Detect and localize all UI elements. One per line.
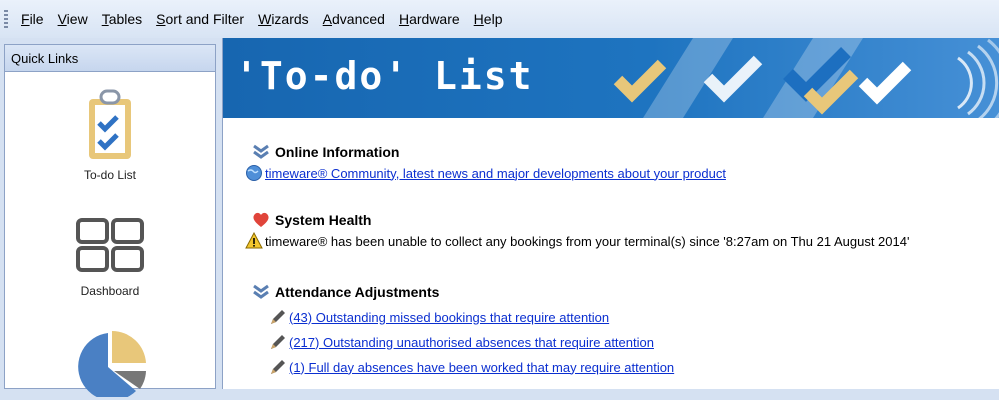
full-day-absences-link[interactable]: (1) Full day absences have been worked t… [289, 360, 674, 375]
quick-link-reports[interactable] [5, 327, 215, 400]
section-title: Online Information [251, 142, 726, 162]
missed-bookings-link[interactable]: (43) Outstanding missed bookings that re… [289, 310, 609, 325]
section-system-health: System Health timeware® has been unable … [245, 210, 909, 252]
quick-link-todo-list[interactable]: To-do List [5, 85, 215, 182]
list-item: (43) Outstanding missed bookings that re… [251, 306, 674, 328]
online-info-line: timeware® Community, latest news and maj… [245, 162, 726, 184]
menu-hardware[interactable]: Hardware [392, 9, 467, 29]
double-chevron-down-icon [253, 284, 269, 299]
quick-links-header: Quick Links [5, 45, 215, 72]
menu-advanced[interactable]: Advanced [316, 9, 392, 29]
pencil-icon [271, 335, 285, 349]
toolbar-grip[interactable] [4, 10, 8, 28]
heart-icon [253, 212, 269, 227]
menu-tables[interactable]: Tables [95, 9, 149, 29]
dashboard-grid-icon [76, 218, 144, 272]
section-online-information: Online Information timeware® Community, … [246, 142, 726, 184]
pencil-icon [271, 360, 285, 374]
todo-content-pane: 'To-do' List Online Information timeware… [222, 38, 999, 389]
warning-icon [245, 232, 263, 249]
quick-link-label: Dashboard [80, 284, 140, 298]
section-title: Attendance Adjustments [251, 282, 674, 302]
section-title: System Health [251, 210, 909, 230]
section-attendance-adjustments: Attendance Adjustments (43) Outstanding … [251, 282, 674, 378]
list-item: (217) Outstanding unauthorised absences … [251, 331, 674, 353]
todo-banner: 'To-do' List [223, 38, 999, 118]
unauthorised-absences-link[interactable]: (217) Outstanding unauthorised absences … [289, 335, 654, 350]
pencil-icon [271, 310, 285, 324]
menu-sort-and-filter[interactable]: Sort and Filter [149, 9, 251, 29]
menu-file[interactable]: File [14, 9, 51, 29]
list-item: (1) Full day absences have been worked t… [251, 356, 674, 378]
pie-chart-icon [78, 330, 146, 400]
quick-links-panel: Quick Links To-do List Dashboard [4, 44, 216, 400]
community-link[interactable]: timeware® Community, latest news and maj… [265, 166, 726, 181]
clipboard-check-icon [89, 89, 131, 159]
menu-help[interactable]: Help [467, 9, 510, 29]
banner-checkmarks-graphic [613, 38, 999, 118]
quick-link-label: To-do List [83, 168, 137, 182]
double-chevron-down-icon [253, 144, 269, 159]
health-message: timeware® has been unable to collect any… [265, 233, 910, 249]
health-warning-line: timeware® has been unable to collect any… [245, 230, 909, 252]
menu-bar: File View Tables Sort and Filter Wizards… [0, 0, 999, 38]
menu-wizards[interactable]: Wizards [251, 9, 316, 29]
globe-icon [246, 165, 262, 181]
quick-link-dashboard[interactable]: Dashboard [5, 217, 215, 298]
menu-view[interactable]: View [51, 9, 95, 29]
